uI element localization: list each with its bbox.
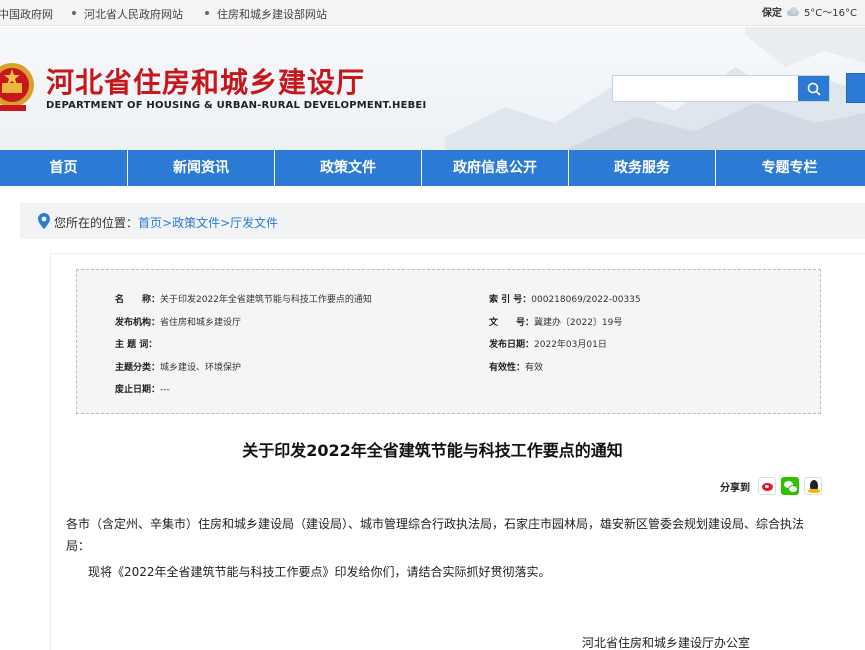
breadcrumb-separator: >	[220, 216, 231, 230]
breadcrumb-home[interactable]: 首页	[138, 216, 162, 230]
meta-validity-value: 有效	[525, 363, 544, 373]
meta-repeal-value: ---	[160, 385, 170, 395]
breadcrumb: 您所在的位置：首页>政策文件>厅发文件	[20, 203, 865, 239]
meta-date-value: 2022年03月01日	[534, 340, 607, 350]
site-subtitle: DEPARTMENT OF HOUSING & URBAN-RURAL DEVE…	[46, 100, 427, 111]
meta-name-value: 关于印发2022年全省建筑节能与科技工作要点的通知	[160, 295, 372, 305]
weather-widget: 保定 5°C～16°C	[762, 4, 857, 19]
qq-icon[interactable]	[804, 477, 822, 495]
search-input[interactable]	[613, 76, 799, 101]
meta-index-value: 000218069/2022-00335	[531, 295, 641, 305]
article-signoff: 河北省住房和城乡建设厅办公室	[582, 636, 751, 650]
article-paragraph: 各市（含定州、辛集市）住房和城乡建设局（建设局）、城市管理综合行政执法局，石家庄…	[66, 517, 805, 553]
meta-publisher-value: 省住房和城乡建设厅	[160, 318, 242, 328]
article-paragraph: 现将《2022年全省建筑节能与科技工作要点》印发给你们，请结合实际抓好贯彻落实。	[88, 565, 551, 579]
meta-keywords-row: 主 题 词：	[115, 337, 157, 350]
meta-date-row: 发布日期：2022年03月01日	[489, 337, 607, 350]
meta-publisher-row: 发布机构：省住房和城乡建设厅	[115, 315, 241, 328]
nav-policy[interactable]: 政策文件	[275, 150, 422, 186]
meta-category-label: 主题分类：	[115, 363, 161, 373]
document-meta-box: 名 称：关于印发2022年全省建筑节能与科技工作要点的通知 发布机构：省住房和城…	[76, 269, 821, 414]
link-hebei-gov[interactable]: 河北省人民政府网站	[84, 6, 183, 22]
breadcrumb-prefix: 您所在的位置：	[54, 216, 139, 230]
meta-category-row: 主题分类：城乡建设、环境保护	[115, 360, 241, 373]
top-bar: 中国政府网 河北省人民政府网站 住房和城乡建设部网站 保定 5°C～16°C	[0, 0, 865, 26]
search-icon	[807, 82, 821, 96]
meta-repeal-label: 废止日期：	[115, 385, 161, 395]
national-emblem-icon	[0, 63, 34, 111]
search-box	[612, 75, 830, 102]
search-button[interactable]	[798, 76, 829, 101]
link-gov-cn[interactable]: 中国政府网	[0, 6, 53, 22]
bullet-dot	[72, 11, 76, 15]
meta-docno-label: 文 号：	[489, 318, 535, 328]
nav-news[interactable]: 新闻资讯	[128, 150, 275, 186]
meta-name-row: 名 称：关于印发2022年全省建筑节能与科技工作要点的通知	[115, 292, 372, 305]
site-header: 河北省住房和城乡建设厅 DEPARTMENT OF HOUSING & URBA…	[0, 27, 865, 150]
nav-topics[interactable]: 专题专栏	[716, 150, 863, 186]
main-nav: 首页 新闻资讯 政策文件 政府信息公开 政务服务 专题专栏	[0, 150, 865, 186]
bullet-dot	[205, 11, 209, 15]
meta-index-label: 索 引 号：	[489, 295, 532, 305]
breadcrumb-dept-docs[interactable]: 厅发文件	[230, 216, 278, 230]
meta-date-label: 发布日期：	[489, 340, 535, 350]
nav-services[interactable]: 政务服务	[569, 150, 716, 186]
link-mohurd[interactable]: 住房和城乡建设部网站	[217, 6, 327, 22]
meta-repeal-row: 废止日期：---	[115, 382, 170, 395]
meta-category-value: 城乡建设、环境保护	[160, 363, 242, 373]
article-title: 关于印发2022年全省建筑节能与科技工作要点的通知	[242, 441, 623, 460]
share-bar: 分享到	[720, 477, 827, 495]
meta-index-row: 索 引 号：000218069/2022-00335	[489, 292, 641, 305]
weather-city: 保定	[761, 8, 782, 19]
side-tab-button[interactable]	[846, 73, 865, 103]
location-pin-icon	[38, 213, 50, 229]
site-title: 河北省住房和城乡建设厅	[46, 66, 366, 99]
cloud-icon	[786, 6, 800, 17]
share-label: 分享到	[720, 482, 750, 494]
meta-validity-row: 有效性：有效	[489, 360, 543, 373]
meta-validity-label: 有效性：	[489, 363, 526, 373]
meta-docno-row: 文 号：冀建办〔2022〕19号	[489, 315, 622, 328]
weather-temp: 5°C～16°C	[803, 8, 857, 19]
breadcrumb-policy[interactable]: 政策文件	[172, 216, 220, 230]
nav-gov-info[interactable]: 政府信息公开	[422, 150, 569, 186]
nav-home[interactable]: 首页	[0, 150, 128, 186]
weibo-icon[interactable]	[758, 477, 776, 495]
meta-docno-value: 冀建办〔2022〕19号	[534, 318, 623, 328]
breadcrumb-separator: >	[162, 216, 173, 230]
meta-keywords-label: 主 题 词：	[115, 340, 158, 350]
meta-name-label: 名 称：	[115, 295, 161, 305]
wechat-icon[interactable]	[781, 477, 799, 495]
meta-publisher-label: 发布机构：	[115, 318, 161, 328]
